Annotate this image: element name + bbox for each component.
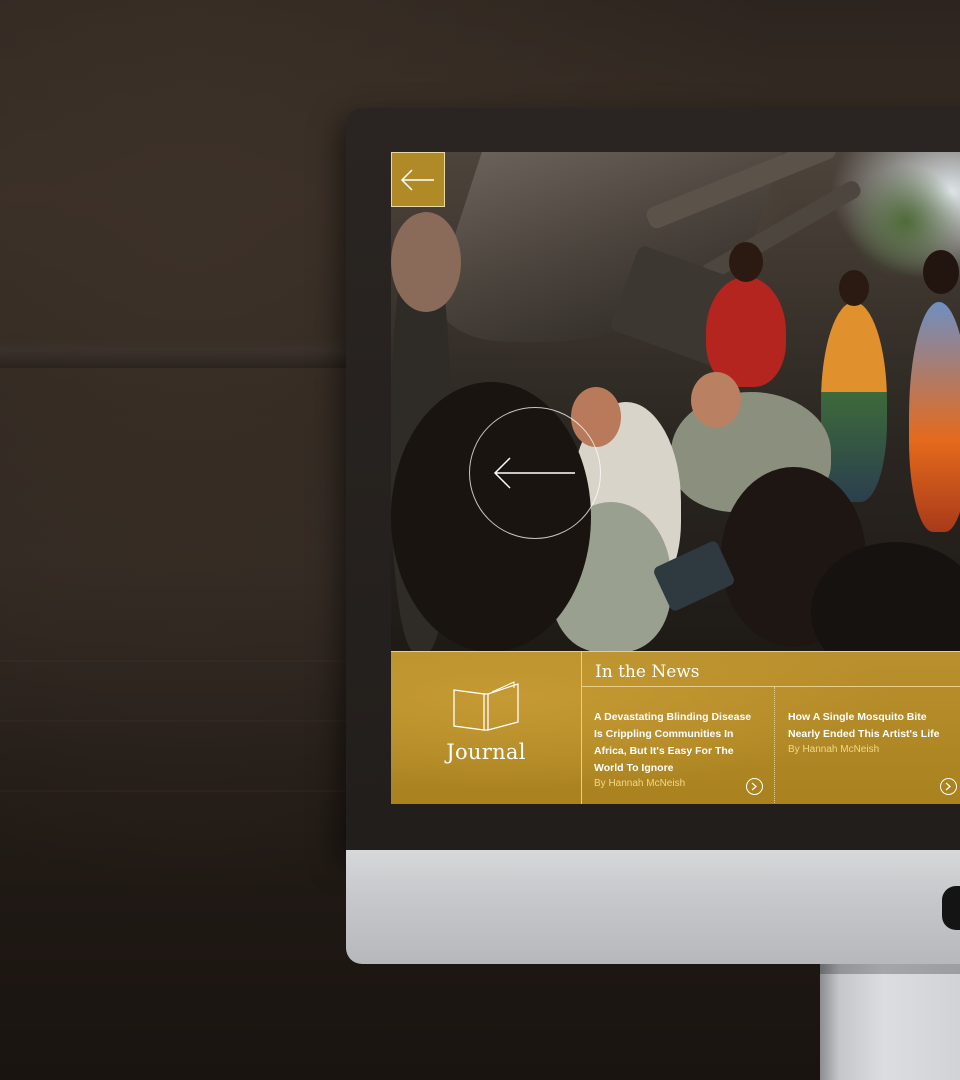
mockup-scene: Journal In the News A Devastating Blindi… [0, 0, 960, 1080]
water-streak [0, 660, 360, 662]
journal-title: Journal [446, 740, 526, 764]
water-streak [0, 790, 360, 792]
photo-person [821, 302, 887, 502]
stand-shadow [820, 964, 960, 974]
open-book-icon [453, 681, 519, 731]
article-byline: By Hannah McNeish [594, 778, 686, 789]
monitor-stand [820, 964, 960, 1080]
chevron-right-circle-icon[interactable] [746, 778, 763, 795]
news-article[interactable]: How A Single Mosquito Bite Nearly Ended … [776, 687, 960, 804]
photo-person-head [729, 242, 763, 282]
hero-photo [391, 152, 960, 651]
apple-logo-icon [942, 886, 960, 930]
arrow-left-icon [400, 168, 434, 191]
photo-person-head [923, 250, 959, 294]
news-band: Journal In the News A Devastating Blindi… [391, 651, 960, 804]
photo-person [706, 277, 786, 387]
monitor-chin [346, 850, 960, 964]
previous-slide-button[interactable] [469, 407, 601, 539]
article-byline: By Hannah McNeish [788, 744, 880, 755]
chevron-right-circle-icon[interactable] [940, 778, 957, 795]
back-button[interactable] [391, 152, 445, 207]
article-title[interactable]: A Devastating Blinding Disease Is Crippl… [594, 709, 762, 777]
photo-person-head [839, 270, 869, 306]
website-screen: Journal In the News A Devastating Blindi… [391, 152, 960, 804]
water-streak [0, 720, 360, 722]
photo-person-head [391, 212, 461, 312]
background-horizon [0, 338, 360, 368]
photo-person [909, 302, 960, 532]
arrow-left-circle-icon [493, 457, 575, 489]
article-title[interactable]: How A Single Mosquito Bite Nearly Ended … [788, 709, 948, 743]
news-article[interactable]: A Devastating Blinding Disease Is Crippl… [582, 687, 775, 804]
journal-section[interactable]: Journal [391, 652, 582, 804]
photo-person-head [691, 372, 741, 428]
news-heading: In the News [582, 652, 960, 687]
